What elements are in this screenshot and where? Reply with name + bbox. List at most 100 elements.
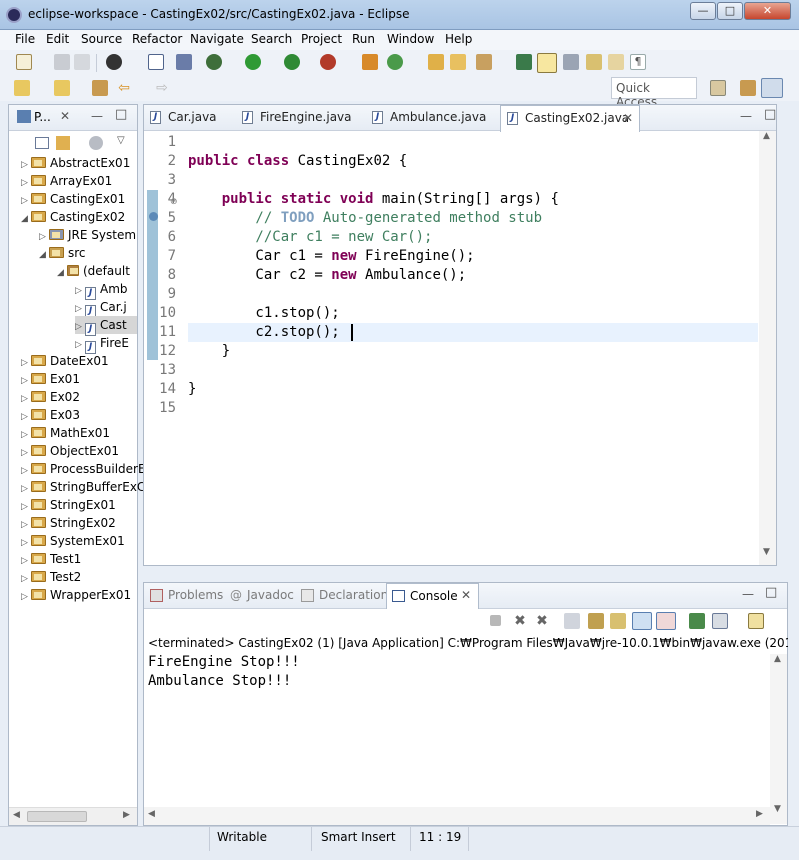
tree-item[interactable]: ▷ MathEx01 [21,424,110,442]
menu-file[interactable]: File [15,32,35,46]
tab-javadoc[interactable]: Javadoc [247,583,294,607]
focus-icon[interactable] [89,136,103,150]
tab-console[interactable]: Console ✕ [386,583,479,610]
console-horizontal-scrollbar[interactable]: ◀ ▶ [144,807,770,825]
console-vertical-scrollbar[interactable]: ▲ ▼ [770,654,787,824]
tree-item[interactable]: ▷ StringEx01 [21,496,116,514]
tree-item[interactable]: ▷ ArrayEx01 [21,172,112,190]
tree-item[interactable]: ▷ Ex01 [21,370,80,388]
tab-ambulance-java[interactable]: J Ambulance.java [366,105,496,131]
new-icon[interactable] [16,54,32,70]
menu-navigate[interactable]: Navigate [190,32,244,46]
close-button[interactable]: ✕ [744,2,791,20]
tree-item-selected[interactable]: ▷ J Cast [75,316,137,336]
scroll-up-icon[interactable]: ▲ [774,654,781,664]
user-icon[interactable] [106,54,122,70]
tree-item[interactable]: ▷ J Amb [75,280,128,300]
horizontal-scrollbar[interactable]: ◀ ▶ [9,807,137,825]
scroll-lock-icon[interactable] [588,613,604,629]
fold-collapse-icon[interactable]: ⊖ [170,197,178,207]
scroll-up-icon[interactable]: ▲ [763,131,770,141]
tab-fireengine-java[interactable]: J FireEngine.java [236,105,356,131]
package-explorer-tab[interactable]: P... [34,110,51,124]
show-whitespace-icon[interactable] [586,54,602,70]
back-arrow-icon[interactable]: ⇦ [116,80,132,96]
menu-source[interactable]: Source [81,32,122,46]
last-edit-location-icon[interactable] [92,80,108,96]
tab-problems[interactable]: Problems [168,583,223,607]
menu-search[interactable]: Search [251,32,292,46]
terminate-icon[interactable] [490,615,501,626]
collapse-arrow-icon[interactable]: ◢ [21,210,31,228]
editor-vertical-scrollbar[interactable]: ▲ ▼ [759,131,776,565]
new-java-project-icon[interactable] [362,54,378,70]
coverage-icon[interactable] [284,54,300,70]
show-on-stderr-icon[interactable] [656,612,676,630]
show-on-stdout-icon[interactable] [632,612,652,630]
tree-item[interactable]: ▷ StringBufferExC [21,478,145,496]
maximize-editor-icon[interactable]: □ [764,107,776,122]
scroll-right-icon[interactable]: ▶ [123,810,130,820]
skip-breakpoints-icon[interactable] [176,54,192,70]
minimize-editor-icon[interactable]: — [740,109,752,123]
expand-arrow-icon[interactable]: ▷ [21,588,31,606]
clear-console-icon[interactable] [564,613,580,629]
tree-item[interactable]: ▷ ObjectEx01 [21,442,119,460]
tree-item[interactable]: ▷ StringEx02 [21,514,116,532]
java-ee-perspective-icon[interactable] [740,80,756,96]
next-edit-icon[interactable] [14,80,30,96]
close-view-icon[interactable]: ✕ [60,109,70,123]
scroll-thumb[interactable] [27,811,87,822]
save-all-icon[interactable] [74,54,90,70]
close-tab-icon[interactable]: ✕ [623,106,633,131]
menu-window[interactable]: Window [387,32,434,46]
pilcrow-icon[interactable]: ¶ [630,54,646,70]
tree-item[interactable]: ▷ ProcessBuilderE [21,460,146,478]
tree-item[interactable]: ▷ WrapperEx01 [21,586,131,604]
forward-arrow-icon[interactable]: ⇨ [154,80,170,96]
java-perspective-icon[interactable] [761,78,783,98]
minimize-view-icon[interactable]: — [91,109,103,123]
debug-icon[interactable] [206,54,222,70]
remove-launch-icon[interactable]: ✖ [512,613,528,629]
tree-item[interactable]: ▷ J Car.j [75,298,127,318]
tree-item[interactable]: ◢ (default [57,262,130,280]
run-icon[interactable] [245,54,261,70]
external-tools-icon[interactable] [320,54,336,70]
new-class-icon[interactable] [387,54,403,70]
mark-occurrences-icon[interactable] [537,53,557,73]
minimize-view-icon[interactable]: — [742,587,754,601]
save-icon[interactable] [54,54,70,70]
maximize-view-icon[interactable]: □ [115,107,127,122]
remove-all-launches-icon[interactable]: ✖ [534,613,550,629]
terminal-icon[interactable] [148,54,164,70]
next-annotation-icon[interactable] [516,54,532,70]
open-console-icon[interactable] [748,613,764,629]
tab-car-java[interactable]: J Car.java [144,105,238,131]
tab-declaration[interactable]: Declaration [319,583,388,607]
quick-access-input[interactable]: Quick Access [611,77,697,109]
block-selection-icon[interactable] [563,54,579,70]
menu-refactor[interactable]: Refactor [132,32,182,46]
collapse-all-icon[interactable] [35,137,49,149]
scroll-left-icon[interactable]: ◀ [13,810,20,820]
maximize-button[interactable]: □ [717,2,743,20]
word-wrap-icon[interactable] [608,54,624,70]
tree-item[interactable]: ▷ Test2 [21,568,81,586]
scroll-right-icon[interactable]: ▶ [756,809,763,819]
collapse-arrow-icon[interactable]: ◢ [57,264,67,282]
tree-item[interactable]: ▷ J FireE [75,334,129,354]
scroll-left-icon[interactable]: ◀ [148,809,155,819]
tree-item[interactable]: ▷ SystemEx01 [21,532,125,550]
tree-item[interactable]: ◢ src [39,244,86,262]
code-area[interactable]: public class CastingEx02 { public static… [188,133,758,433]
link-with-editor-icon[interactable] [56,136,70,150]
collapse-arrow-icon[interactable]: ◢ [39,246,49,264]
tree-item[interactable]: ▷ Ex02 [21,388,80,406]
tree-item[interactable]: ▷ JRE System [39,226,136,244]
previous-edit-icon[interactable] [54,80,70,96]
open-perspective-icon[interactable] [710,80,726,96]
menu-project[interactable]: Project [301,32,342,46]
scroll-down-icon[interactable]: ▼ [774,804,781,814]
tab-castingex02-java[interactable]: J CastingEx02.java ✕ [500,105,640,132]
